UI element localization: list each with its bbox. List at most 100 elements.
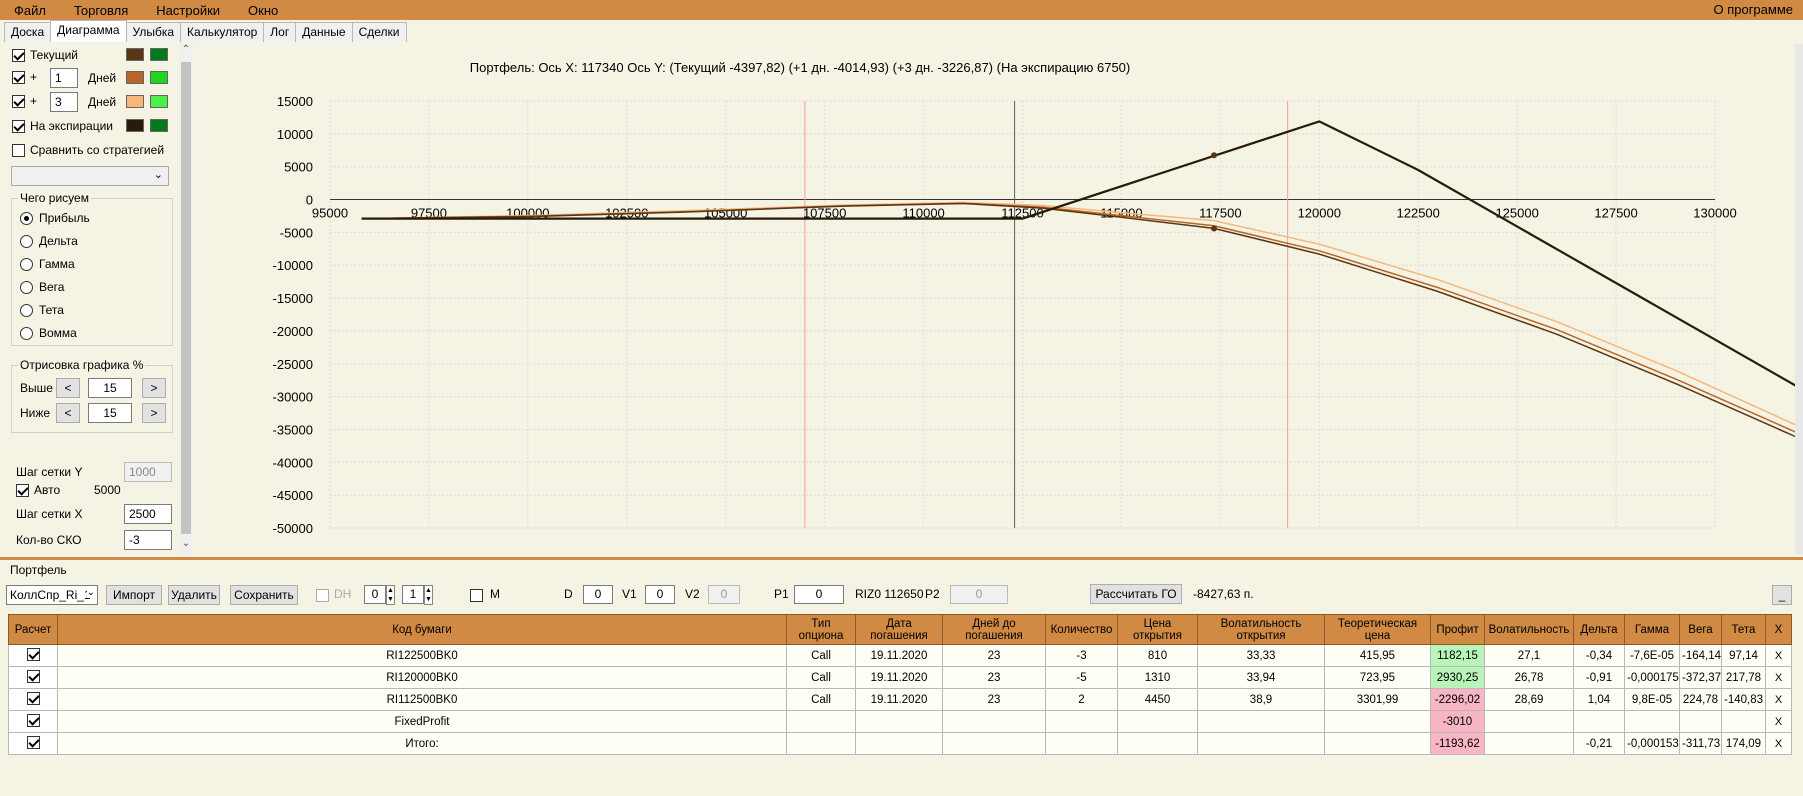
splitter[interactable] bbox=[0, 557, 1803, 560]
col-delta[interactable]: Дельта bbox=[1573, 614, 1625, 645]
col-days-left[interactable]: Дней до погашения bbox=[942, 614, 1046, 645]
y-tick-label: -45000 bbox=[273, 488, 313, 503]
col-qty[interactable]: Количество bbox=[1045, 614, 1118, 645]
cell-days-left bbox=[942, 732, 1046, 755]
calc-checkbox-cell[interactable] bbox=[8, 732, 58, 755]
y-tick-label: -5000 bbox=[280, 225, 313, 240]
cell-profit: 2930,25 bbox=[1430, 666, 1485, 689]
cell-expiry-date bbox=[855, 732, 943, 755]
table-row[interactable]: RI122500BK0 Call 19.11.2020 23 -3 810 33,33 415… bbox=[8, 644, 1792, 667]
delete-button[interactable]: Удалить bbox=[168, 585, 220, 605]
cell-theor-price: 415,95 bbox=[1324, 644, 1431, 667]
calc-checkbox-cell[interactable] bbox=[8, 688, 58, 711]
calc-checkbox[interactable] bbox=[26, 691, 40, 705]
table-row[interactable]: Итого: -1193,62 -0,21 -0,000153 -311,73 174,0… bbox=[8, 732, 1792, 755]
cell-gamma: -0,000175 bbox=[1624, 666, 1680, 689]
calc-checkbox-cell[interactable] bbox=[8, 666, 58, 689]
col-code[interactable]: Код бумаги bbox=[57, 614, 787, 645]
col-profit[interactable]: Профит bbox=[1430, 614, 1485, 645]
cell-type: Call bbox=[786, 644, 856, 667]
v2-input[interactable]: 0 bbox=[708, 585, 740, 604]
y-tick-label: 10000 bbox=[277, 127, 313, 142]
cell-theta: 217,78 bbox=[1721, 666, 1766, 689]
cell-vol: 27,1 bbox=[1484, 644, 1574, 667]
calc-go-button[interactable]: Рассчитать ГО bbox=[1090, 584, 1182, 604]
strategy-select[interactable]: КоллСпр_Ri_1 ⌄ bbox=[6, 585, 98, 605]
y-tick-label: -20000 bbox=[273, 324, 313, 339]
cell-delta: -0,91 bbox=[1573, 666, 1625, 689]
table-row[interactable]: FixedProfit -3010 X bbox=[8, 710, 1792, 733]
calc-checkbox-cell[interactable] bbox=[8, 710, 58, 733]
y-tick-label: 15000 bbox=[277, 94, 313, 109]
y-tick-label: -15000 bbox=[273, 291, 313, 306]
calc-checkbox-cell[interactable] bbox=[8, 644, 58, 667]
col-vega[interactable]: Вега bbox=[1679, 614, 1722, 645]
calc-checkbox[interactable] bbox=[26, 647, 40, 661]
calc-checkbox[interactable] bbox=[26, 735, 40, 749]
cell-open-price: 1310 bbox=[1117, 666, 1198, 689]
v1-input[interactable]: 0 bbox=[645, 585, 675, 604]
col-expiry-date[interactable]: Дата погашения bbox=[855, 614, 943, 645]
spin1-arrows-icon[interactable]: ▲ ▼ bbox=[386, 585, 395, 605]
calc-checkbox[interactable] bbox=[26, 713, 40, 727]
cell-delta: 1,04 bbox=[1573, 688, 1625, 711]
cell-days-left: 23 bbox=[942, 688, 1046, 711]
cell-theta: 174,09 bbox=[1721, 732, 1766, 755]
cell-vol: 28,69 bbox=[1484, 688, 1574, 711]
go-value: -8427,63 п. bbox=[1193, 587, 1254, 601]
col-calc[interactable]: Расчет bbox=[8, 614, 58, 645]
cell-type bbox=[786, 710, 856, 733]
cell-theta bbox=[1721, 710, 1766, 733]
cell-expiry-date: 19.11.2020 bbox=[855, 688, 943, 711]
cell-remove-button[interactable]: X bbox=[1765, 732, 1792, 755]
portfolio-table: Расчет Код бумаги Тип опциона Дата погаш… bbox=[8, 614, 1792, 755]
cell-open-price bbox=[1117, 710, 1198, 733]
cell-expiry-date: 19.11.2020 bbox=[855, 666, 943, 689]
import-button[interactable]: Импорт bbox=[106, 585, 162, 605]
chart-scrollbar[interactable] bbox=[1795, 44, 1803, 554]
data-point-marker bbox=[1211, 225, 1218, 232]
cell-remove-button[interactable]: X bbox=[1765, 666, 1792, 689]
col-theta[interactable]: Тета bbox=[1721, 614, 1766, 645]
x-tick-label: 127500 bbox=[1594, 206, 1637, 221]
cell-vega: -372,37 bbox=[1679, 666, 1722, 689]
payoff-chart[interactable]: 150001000050000-5000-10000-15000-20000-2… bbox=[0, 0, 1803, 556]
v1-label: V1 bbox=[622, 587, 637, 601]
table-header-row: Расчет Код бумаги Тип опциона Дата погаш… bbox=[8, 614, 1792, 645]
x-tick-label: 95000 bbox=[312, 206, 348, 221]
cell-code: FixedProfit bbox=[57, 710, 787, 733]
spin2-input[interactable]: 1 bbox=[402, 585, 424, 604]
col-vol[interactable]: Волатильность bbox=[1484, 614, 1574, 645]
col-open-vol[interactable]: Волатильность открытия bbox=[1197, 614, 1325, 645]
y-tick-label: -10000 bbox=[273, 258, 313, 273]
m-checkbox[interactable] bbox=[470, 589, 483, 602]
cell-qty: 2 bbox=[1045, 688, 1118, 711]
x-tick-label: 122500 bbox=[1397, 206, 1440, 221]
table-row[interactable]: RI112500BK0 Call 19.11.2020 23 2 4450 38,9 3301… bbox=[8, 688, 1792, 711]
x-tick-label: 117500 bbox=[1199, 206, 1241, 221]
y-tick-label: -40000 bbox=[273, 455, 313, 470]
spin2-arrows-icon[interactable]: ▲ ▼ bbox=[424, 585, 433, 605]
cell-gamma bbox=[1624, 710, 1680, 733]
cell-remove-button[interactable]: X bbox=[1765, 710, 1792, 733]
p1-input[interactable]: 0 bbox=[794, 585, 844, 604]
col-theor-price[interactable]: Теоретическая цена bbox=[1324, 614, 1431, 645]
cell-remove-button[interactable]: X bbox=[1765, 644, 1792, 667]
col-type[interactable]: Тип опциона bbox=[786, 614, 856, 645]
cell-code: RI112500BK0 bbox=[57, 688, 787, 711]
save-button[interactable]: Сохранить bbox=[230, 585, 298, 605]
v2-label: V2 bbox=[685, 587, 700, 601]
col-open-price[interactable]: Цена открытия bbox=[1117, 614, 1198, 645]
dh-checkbox[interactable] bbox=[316, 589, 329, 602]
minimize-button[interactable]: _ bbox=[1772, 585, 1792, 605]
cell-remove-button[interactable]: X bbox=[1765, 688, 1792, 711]
cell-code: RI122500BK0 bbox=[57, 644, 787, 667]
spin1-input[interactable]: 0 bbox=[364, 585, 386, 604]
d-input[interactable]: 0 bbox=[583, 585, 613, 604]
p1-label: P1 bbox=[774, 587, 789, 601]
calc-checkbox[interactable] bbox=[26, 669, 40, 683]
cell-days-left bbox=[942, 710, 1046, 733]
table-row[interactable]: RI120000BK0 Call 19.11.2020 23 -5 1310 33,94 72… bbox=[8, 666, 1792, 689]
p2-input[interactable]: 0 bbox=[950, 585, 1008, 604]
col-gamma[interactable]: Гамма bbox=[1624, 614, 1680, 645]
